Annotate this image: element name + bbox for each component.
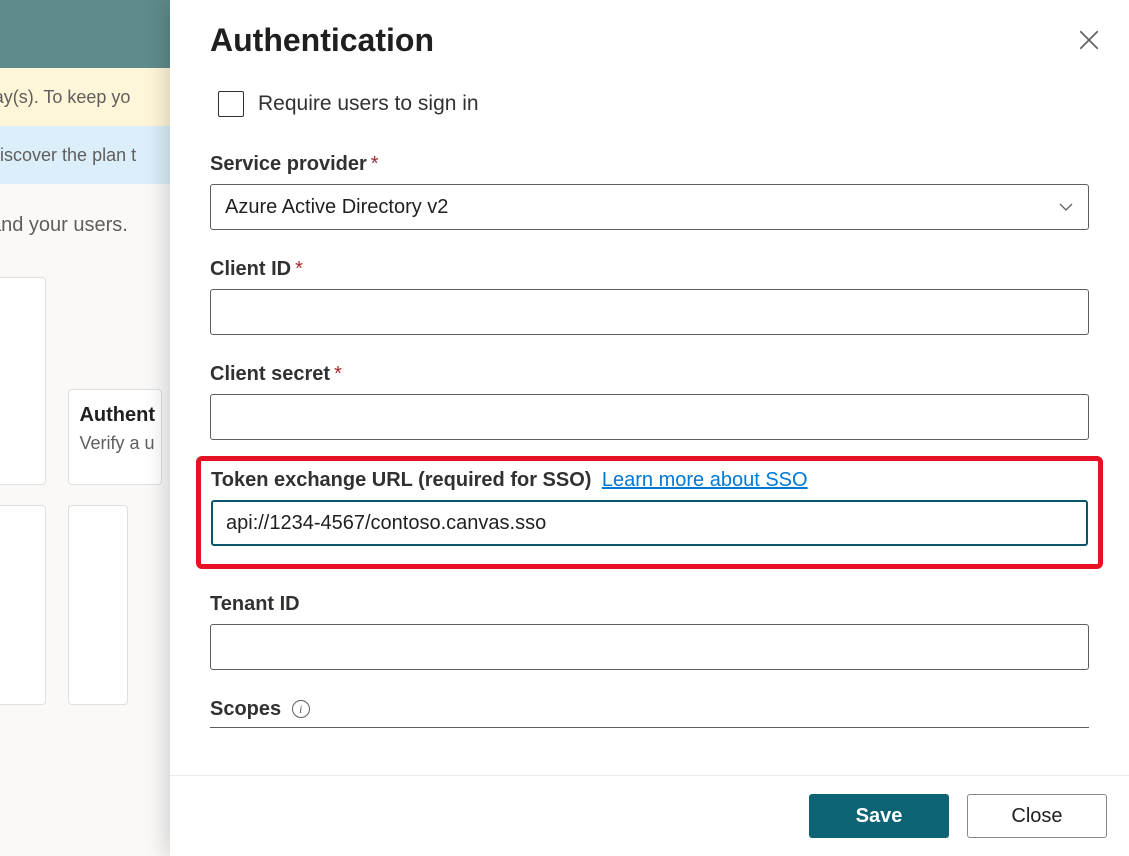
info-banner: to discover the plan t [0,126,170,184]
tenant-id-label: Tenant ID [210,593,1089,616]
background-card-subtitle: Verify a u [79,433,151,454]
token-url-input[interactable] [211,500,1088,546]
tenant-id-input[interactable] [210,624,1089,670]
info-banner-text: to discover the plan t [0,145,136,166]
scopes-field: Scopes i [210,698,1089,728]
required-indicator: * [371,153,379,175]
close-icon[interactable] [1079,30,1099,50]
client-secret-field: Client secret* [210,363,1089,440]
background-card [0,505,46,705]
trial-banner-text: 11 day(s). To keep yo [0,87,130,108]
info-icon[interactable]: i [292,700,310,718]
panel-footer: Save Close [170,775,1129,856]
required-indicator: * [334,363,342,385]
background-card [0,277,46,485]
background-topbar [0,0,170,68]
client-id-input[interactable] [210,289,1089,335]
background-card [68,505,128,705]
service-provider-label: Service provider* [210,153,1089,176]
panel-title: Authentication [210,22,434,59]
client-id-label: Client ID* [210,258,1089,281]
required-indicator: * [295,258,303,280]
token-url-label: Token exchange URL (required for SSO) [211,469,591,491]
tenant-id-field: Tenant ID [210,593,1089,670]
background-card-title: Authent [79,404,151,427]
scopes-label: Scopes [210,698,281,720]
background-card-auth: Authent Verify a u [68,389,162,485]
service-provider-field: Service provider* Azure Active Directory… [210,153,1089,230]
client-secret-label: Client secret* [210,363,1089,386]
require-signin-checkbox[interactable] [218,91,244,117]
token-url-highlight: Token exchange URL (required for SSO) Le… [196,456,1103,569]
service-provider-value: Azure Active Directory v2 [225,196,448,219]
close-button[interactable]: Close [967,794,1107,838]
client-secret-input[interactable] [210,394,1089,440]
learn-more-sso-link[interactable]: Learn more about SSO [602,469,808,491]
save-button[interactable]: Save [809,794,949,838]
panel-header: Authentication [170,0,1129,67]
trial-banner: 11 day(s). To keep yo [0,68,170,126]
require-signin-label: Require users to sign in [258,92,479,116]
client-id-field: Client ID* [210,258,1089,335]
background-body: and your users. Authent Verify a u [0,184,170,856]
service-provider-select[interactable]: Azure Active Directory v2 [210,184,1089,230]
require-signin-row: Require users to sign in [218,91,1089,117]
scopes-input-top [210,727,1089,728]
panel-body: Require users to sign in Service provide… [170,67,1129,775]
authentication-panel: Authentication Require users to sign in … [170,0,1129,856]
chevron-down-icon [1058,199,1074,215]
background-caption: and your users. [0,214,170,237]
